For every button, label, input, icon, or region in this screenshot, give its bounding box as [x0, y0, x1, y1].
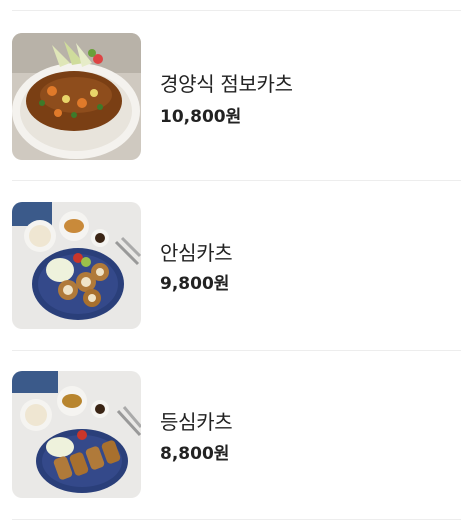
menu-item-name: 안심카츠	[160, 241, 233, 265]
tenderloin-katsu-photo	[12, 202, 141, 329]
divider	[12, 10, 461, 11]
divider	[12, 519, 461, 520]
menu-item-image	[12, 202, 141, 329]
divider	[12, 350, 461, 351]
menu-item-price: 9,800원	[160, 274, 230, 294]
divider	[12, 180, 461, 181]
pork-loin-katsu-photo	[12, 371, 141, 498]
menu-item-price: 10,800원	[160, 107, 242, 127]
menu-item-tenderloin-katsu[interactable]: 안심카츠 9,800원	[0, 202, 466, 372]
menu-item-image	[12, 33, 141, 160]
menu-item-image	[12, 371, 141, 498]
jumbo-katsu-photo	[12, 33, 141, 160]
menu-item-pork-loin-katsu[interactable]: 등심카츠 8,800원	[0, 371, 466, 527]
menu-item-name: 경양식 점보카츠	[160, 72, 293, 96]
menu-item-jumbo-katsu[interactable]: 경양식 점보카츠 10,800원	[0, 33, 466, 203]
menu-list: 경양식 점보카츠 10,800원 안심카츠 9,800원 등심카츠 8,800원	[0, 0, 466, 527]
menu-item-price: 8,800원	[160, 444, 230, 464]
menu-item-name: 등심카츠	[160, 410, 233, 434]
